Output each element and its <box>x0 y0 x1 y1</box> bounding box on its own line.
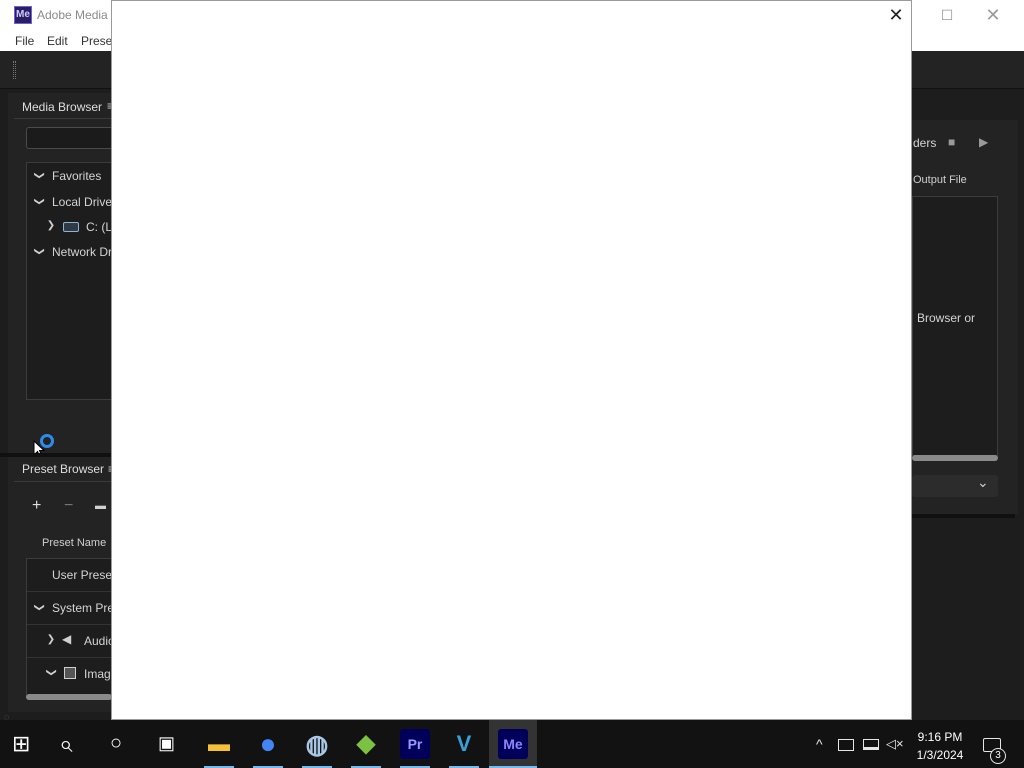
window-close-button[interactable]: ✕ <box>970 0 1016 30</box>
chevron-right-icon[interactable]: ❯ <box>45 634 57 645</box>
preset-row-system-presets[interactable]: System Pres <box>52 601 111 615</box>
preset-scrollbar[interactable] <box>26 694 112 700</box>
tree-item-local-drives[interactable]: Local Drives <box>52 195 118 209</box>
row-divider <box>27 657 115 658</box>
dialog-close-button[interactable]: ✕ <box>884 4 908 26</box>
drive-icon <box>63 222 79 232</box>
task-view-icon[interactable]: ▣ <box>158 733 175 754</box>
folder-icon[interactable]: ▬ <box>95 500 106 512</box>
panel-splitter[interactable] <box>912 514 1015 518</box>
folder-icon[interactable]: ▬ <box>204 729 234 759</box>
chevron-down-icon[interactable]: ❯ <box>46 667 57 679</box>
vimeo-icon[interactable]: V <box>449 729 479 759</box>
auto-encode-label: ders <box>913 136 937 150</box>
preset-row-image[interactable]: Image <box>84 667 111 681</box>
gem-icon[interactable]: ◆ <box>351 729 381 759</box>
premiere-icon[interactable]: Pr <box>400 729 430 759</box>
toolbar-grip-icon[interactable] <box>13 61 16 79</box>
media-browser-search-input[interactable] <box>26 127 116 149</box>
menu-file[interactable]: File <box>15 34 34 48</box>
chevron-down-icon[interactable]: ❯ <box>34 246 45 258</box>
chevron-down-icon[interactable]: ❯ <box>34 196 45 208</box>
panel-divider <box>14 118 111 119</box>
speaker-icon: ◀ <box>62 632 72 646</box>
chevron-down-icon[interactable]: ❯ <box>34 170 45 182</box>
volume-muted-icon[interactable]: ◁× <box>886 736 904 752</box>
row-divider <box>27 591 115 592</box>
notification-count-badge: 3 <box>990 748 1006 764</box>
start-queue-button[interactable]: ▶ <box>979 135 988 149</box>
chevron-down-icon[interactable]: ❯ <box>34 602 45 614</box>
blank-dialog-window <box>111 0 912 720</box>
preset-browser-title[interactable]: Preset Browser <box>22 462 104 476</box>
panel-divider <box>14 481 111 482</box>
device-icon[interactable] <box>838 739 854 751</box>
media-browser-title[interactable]: Media Browser <box>22 100 102 114</box>
window-title: Adobe Media <box>37 8 108 22</box>
globe-icon[interactable]: ◍ <box>302 729 332 759</box>
clock-date[interactable]: 1/3/2024 <box>912 748 968 762</box>
menu-edit[interactable]: Edit <box>47 34 68 48</box>
media-encoder-logo-icon: Me <box>14 6 32 24</box>
output-file-column-header[interactable]: Output File <box>913 174 967 186</box>
tree-item-network-drives[interactable]: Network Dri <box>52 245 111 259</box>
stop-queue-button[interactable]: ■ <box>948 135 955 149</box>
search-icon[interactable]: ⌕ <box>59 731 72 759</box>
tray-overflow-chevron-icon[interactable]: ^ <box>816 736 823 752</box>
resize-grip-icon: ◌ <box>4 712 10 722</box>
network-icon[interactable] <box>863 739 879 750</box>
preset-row-audio[interactable]: Audio <box>84 634 111 648</box>
add-preset-icon[interactable]: + <box>32 497 41 515</box>
queue-hint-text: Browser or <box>917 311 976 325</box>
queue-list <box>912 196 998 456</box>
clock-time[interactable]: 9:16 PM <box>912 730 968 744</box>
tree-item-favorites[interactable]: Favorites <box>52 169 101 183</box>
queue-scrollbar[interactable] <box>912 455 998 461</box>
start-button[interactable]: ⊞ <box>12 733 30 755</box>
image-icon <box>64 667 76 679</box>
chevron-down-icon[interactable]: ⌄ <box>977 474 989 491</box>
remove-preset-icon[interactable]: − <box>64 497 73 515</box>
cortana-icon[interactable]: ○ <box>110 732 122 755</box>
preset-name-column-header[interactable]: Preset Name <box>42 537 106 549</box>
tree-item-c-drive[interactable]: C: (Lo <box>86 220 111 234</box>
preset-row-user-presets[interactable]: User Presets <box>52 568 111 582</box>
chrome-icon[interactable]: ● <box>253 729 283 759</box>
row-divider <box>27 624 115 625</box>
chevron-right-icon[interactable]: ❯ <box>45 220 57 231</box>
maximize-button[interactable]: ☐ <box>924 0 970 30</box>
media-encoder-icon[interactable]: Me <box>498 729 528 759</box>
